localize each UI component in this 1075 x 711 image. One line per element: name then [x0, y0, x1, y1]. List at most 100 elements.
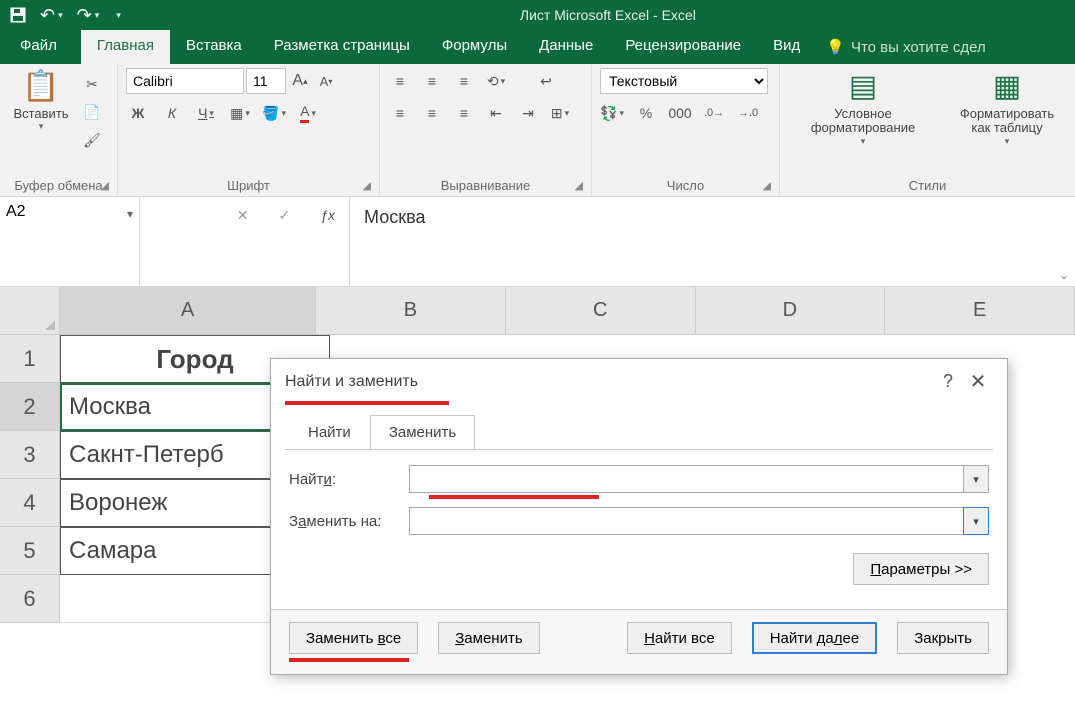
dialog-launcher-icon[interactable]: ◢ [363, 179, 371, 192]
dialog-tab-find[interactable]: Найти [289, 415, 370, 450]
chevron-down-icon[interactable]: ▾ [127, 207, 133, 221]
replace-input[interactable] [409, 507, 963, 535]
row-header-4[interactable]: 4 [0, 479, 60, 527]
conditional-formatting-button[interactable]: ▤ Условное форматирование▾ [788, 68, 938, 147]
replace-combo: ▾ [409, 507, 989, 535]
increase-decimal-button[interactable]: .0→ [702, 101, 726, 125]
formula-value: Москва [364, 207, 425, 227]
copy-button[interactable]: 📄 [80, 100, 104, 124]
dialog-tab-replace[interactable]: Заменить [370, 415, 475, 450]
tab-data[interactable]: Данные [523, 30, 609, 64]
decrease-font-button[interactable]: A▾ [314, 69, 338, 93]
accounting-format-button[interactable]: 💱 [600, 101, 624, 125]
column-header-C[interactable]: C [506, 287, 696, 335]
find-input[interactable] [409, 465, 963, 493]
tell-me-placeholder: Что вы хотите сдел [851, 39, 986, 56]
close-button[interactable]: Закрыть [897, 622, 989, 654]
wrap-text-button[interactable]: ↩ [534, 69, 558, 93]
orientation-button[interactable]: ⟲ [484, 69, 508, 93]
find-replace-dialog: Найти и заменить ? ✕ Найти Заменить Найт… [270, 358, 1008, 675]
font-color-button[interactable]: A [296, 101, 320, 125]
cancel-formula-button[interactable]: ✕ [237, 207, 249, 224]
tab-home[interactable]: Главная [81, 30, 170, 64]
group-label-alignment: Выравнивание◢ [388, 175, 583, 194]
align-center-button[interactable]: ≡ [420, 101, 444, 125]
underline-button[interactable]: Ч [194, 101, 218, 125]
enter-formula-button[interactable]: ✓ [278, 207, 290, 224]
replace-label: Заменить на: [289, 513, 409, 530]
row-header-6[interactable]: 6 [0, 575, 60, 623]
row-header-1[interactable]: 1 [0, 335, 60, 383]
tab-pagelayout[interactable]: Разметка страницы [258, 30, 426, 64]
select-all-button[interactable] [0, 287, 60, 335]
column-header-A[interactable]: A [60, 287, 316, 335]
dialog-tabs: Найти Заменить [289, 415, 1007, 450]
fx-button[interactable]: ƒx [320, 207, 335, 223]
align-left-button[interactable]: ≡ [388, 101, 412, 125]
align-top-button[interactable]: ≡ [388, 69, 412, 93]
align-bottom-button[interactable]: ≡ [452, 69, 476, 93]
tell-me-search[interactable]: 💡 Что вы хотите сдел [826, 30, 985, 64]
find-next-button[interactable]: Найти далее [752, 622, 878, 654]
group-label-number: Число◢ [600, 175, 771, 194]
formula-input[interactable]: Москва ⌄ [350, 197, 1075, 286]
italic-button[interactable]: К [160, 101, 184, 125]
font-size-combo[interactable] [246, 68, 286, 94]
dialog-help-button[interactable]: ? [933, 371, 963, 392]
decrease-decimal-button[interactable]: →.0 [736, 101, 760, 125]
name-box[interactable]: ▾ [0, 197, 140, 286]
align-right-button[interactable]: ≡ [452, 101, 476, 125]
find-dropdown-button[interactable]: ▾ [963, 465, 989, 493]
font-name-combo[interactable] [126, 68, 244, 94]
group-styles: ▤ Условное форматирование▾ ▦ Форматирова… [780, 64, 1075, 196]
replace-all-button[interactable]: Заменить все [289, 622, 418, 654]
fill-color-button[interactable]: 🪣 [262, 101, 286, 125]
row-header-2[interactable]: 2 [0, 383, 60, 431]
column-header-E[interactable]: E [885, 287, 1075, 335]
decrease-indent-button[interactable]: ⇤ [484, 101, 508, 125]
borders-button[interactable]: ▦ [228, 101, 252, 125]
row-header-5[interactable]: 5 [0, 527, 60, 575]
name-box-input[interactable] [6, 203, 127, 221]
number-format-combo[interactable]: Текстовый [600, 68, 768, 94]
undo-button[interactable]: ↶▾ [40, 5, 63, 26]
tab-review[interactable]: Рецензирование [609, 30, 757, 64]
merge-button[interactable]: ⊞ [548, 101, 572, 125]
row-header-3[interactable]: 3 [0, 431, 60, 479]
dialog-close-button[interactable]: ✕ [963, 369, 993, 394]
redo-button[interactable]: ↷▾ [77, 5, 100, 26]
replace-dropdown-button[interactable]: ▾ [963, 507, 989, 535]
format-as-table-button[interactable]: ▦ Форматировать как таблицу▾ [952, 68, 1062, 147]
options-button[interactable]: Параметры >> [853, 553, 989, 585]
dialog-launcher-icon[interactable]: ◢ [101, 179, 109, 192]
find-all-button[interactable]: Найти все [627, 622, 732, 654]
group-label-clipboard: Буфер обмена◢ [8, 175, 109, 194]
percent-button[interactable]: % [634, 101, 658, 125]
dialog-launcher-icon[interactable]: ◢ [575, 179, 583, 192]
increase-font-button[interactable]: A▴ [288, 69, 312, 93]
cut-button[interactable]: ✂ [80, 72, 104, 96]
chevron-down-icon: ▾ [95, 10, 100, 21]
customize-qat-button[interactable]: ▾ [113, 10, 121, 21]
tab-formulas[interactable]: Формулы [426, 30, 523, 64]
column-header-D[interactable]: D [696, 287, 886, 335]
tab-view[interactable]: Вид [757, 30, 816, 64]
dialog-title: Найти и заменить [285, 373, 418, 391]
column-header-B[interactable]: B [316, 287, 506, 335]
comma-style-button[interactable]: 000 [668, 101, 692, 125]
tab-insert[interactable]: Вставка [170, 30, 258, 64]
dialog-launcher-icon[interactable]: ◢ [763, 179, 771, 192]
group-clipboard: 📋 Вставить ▾ ✂ 📄 🖌 Буфер обмена◢ [0, 64, 118, 196]
save-button[interactable] [10, 7, 26, 23]
replace-button[interactable]: Заменить [438, 622, 539, 654]
quick-access-toolbar: ↶▾ ↷▾ ▾ Лист Microsoft Excel - Excel [0, 0, 1075, 30]
column-headers: A B C D E [60, 287, 1075, 335]
paste-button[interactable]: 📋 Вставить ▾ [8, 68, 74, 132]
align-middle-button[interactable]: ≡ [420, 69, 444, 93]
chevron-down-icon: ▾ [58, 10, 63, 21]
expand-formula-bar-button[interactable]: ⌄ [1059, 268, 1069, 282]
increase-indent-button[interactable]: ⇥ [516, 101, 540, 125]
format-painter-button[interactable]: 🖌 [80, 128, 104, 152]
tab-file[interactable]: Файл [4, 30, 81, 64]
bold-button[interactable]: Ж [126, 101, 150, 125]
